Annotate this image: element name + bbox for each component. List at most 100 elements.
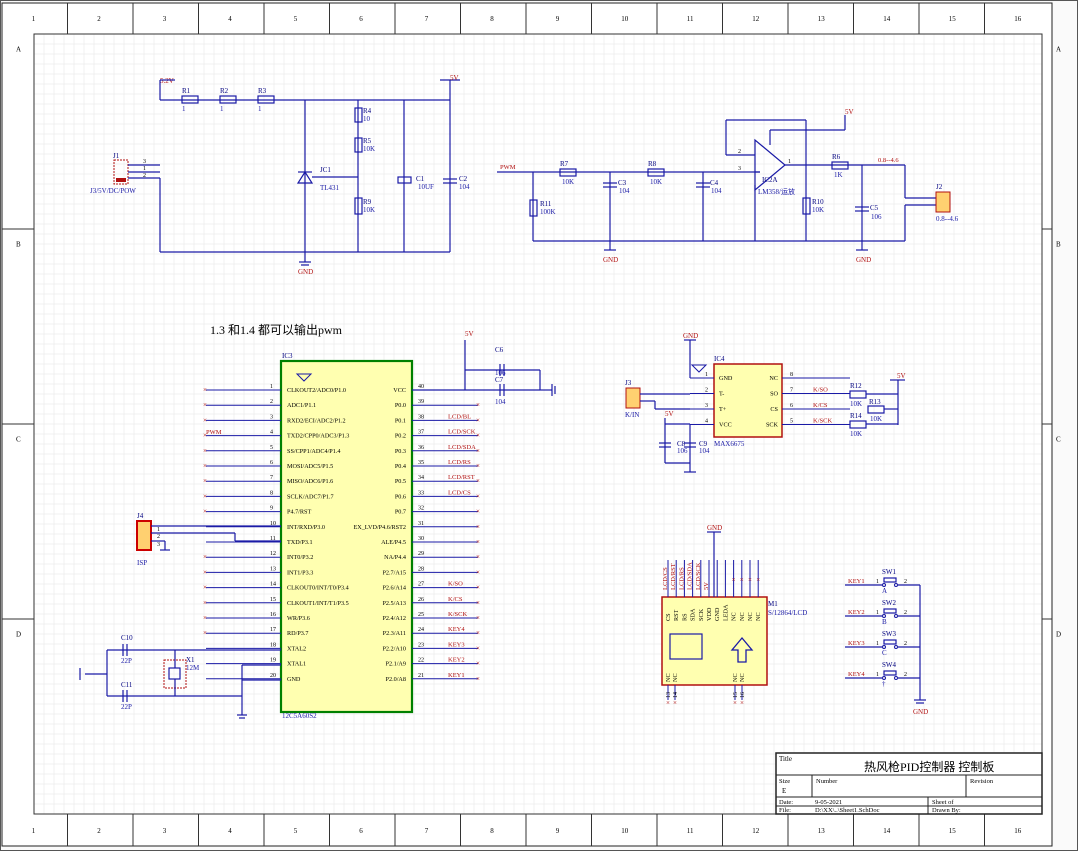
- max6675-pin-number: 2: [705, 388, 708, 394]
- no-connect-marker: ×: [476, 553, 480, 561]
- column-marker-top: 2: [97, 15, 101, 23]
- mcu-pin-name: MISO/ADC6/P1.6: [287, 478, 333, 485]
- c8-value: 106: [677, 447, 688, 455]
- no-connect-marker: ×: [203, 629, 207, 637]
- schematic-canvas: 1122334455667788991010111112121313141415…: [0, 0, 1078, 851]
- r12-ref: R12: [850, 382, 862, 390]
- mcu-pin-name: P0.7: [395, 509, 406, 516]
- number-label: Number: [816, 778, 838, 785]
- mcu-pin-number: 8: [270, 490, 273, 496]
- column-marker-bottom: 8: [490, 827, 494, 835]
- no-connect-marker: ×: [476, 401, 480, 409]
- mcu-pin-number: 20: [270, 673, 276, 679]
- column-marker-top: 14: [883, 15, 891, 23]
- column-marker-bottom: 9: [556, 827, 560, 835]
- column-marker-top: 1: [32, 15, 36, 23]
- mcu-pin-name: P2.6/A14: [382, 585, 406, 592]
- mcu-pin-number: 28: [418, 566, 424, 572]
- pwm-annotation: 1.3 和1.4 都可以输出pwm: [210, 322, 343, 337]
- power-5v-label-d: 5V: [665, 410, 674, 418]
- no-connect-marker: ×: [666, 699, 670, 707]
- svg-text:3: 3: [143, 159, 146, 165]
- c10-value: 22P: [121, 657, 132, 665]
- no-connect-marker: ×: [740, 576, 744, 584]
- j1-ref: J1: [113, 152, 120, 160]
- mcu-pin-number: 29: [418, 551, 424, 557]
- column-marker-top: 5: [294, 15, 298, 23]
- no-connect-marker: ×: [203, 508, 207, 516]
- mcu-pin-name: INT0/P3.2: [287, 554, 313, 561]
- mcu-pin-number: 7: [270, 475, 273, 481]
- lcd-net-label: LCD/SDA: [687, 562, 694, 590]
- no-connect-marker: ×: [756, 576, 760, 584]
- r1-ref: R1: [182, 87, 191, 95]
- switch-ref: SW2: [882, 599, 897, 607]
- no-connect-marker: ×: [203, 401, 207, 409]
- gnd-label-f: GND: [913, 708, 928, 716]
- lcd-pin-name: NC: [739, 673, 746, 682]
- r5-ref: R5: [363, 137, 372, 145]
- gnd-label-c: GND: [856, 256, 871, 264]
- lcd-pin-number: 15: [733, 692, 739, 698]
- no-connect-marker: ×: [203, 584, 207, 592]
- max6675-pin-name: NC: [769, 375, 778, 382]
- c7-ref: C7: [495, 376, 504, 384]
- r14-value: 10K: [850, 430, 862, 438]
- mcu-net-label: K/CS: [448, 596, 463, 603]
- mcu-pin-name: P0.3: [395, 448, 406, 455]
- row-marker-right: A: [1056, 46, 1061, 54]
- max6675-pin-name: GND: [719, 375, 733, 382]
- no-connect-marker: ×: [203, 386, 207, 394]
- column-marker-top: 3: [163, 15, 167, 23]
- ic3-ref: IC3: [282, 352, 293, 360]
- no-connect-marker: ×: [748, 576, 752, 584]
- max6675-pin-name: CS: [770, 406, 778, 413]
- schematic-sheet: 1 1 2 2 3 3 4 4 5 5 6 6 7 7 8 8 9 9 10 10 11 11 12 12 13 13 14 14 15…: [0, 0, 1078, 851]
- row-marker-right: B: [1056, 241, 1061, 249]
- mcu-pin-number: 14: [270, 582, 276, 588]
- lcd-pin-name: VDD: [706, 607, 713, 621]
- mcu-pin-name: P2.0/A8: [386, 676, 406, 683]
- lcd-pin-number: 14: [673, 692, 679, 698]
- r6-ref: R6: [832, 153, 841, 161]
- mcu-pin-number: 26: [418, 597, 424, 603]
- max6675-pin-name: VCC: [719, 422, 732, 429]
- mcu-pin-number: 38: [418, 414, 424, 420]
- svg-text:1: 1: [876, 579, 879, 585]
- column-marker-top: 12: [752, 15, 760, 23]
- lcd-pin-number: 13: [666, 692, 672, 698]
- no-connect-marker: ×: [476, 508, 480, 516]
- mcu-pin-number: 4: [270, 430, 273, 436]
- mcu-pin-number: 37: [418, 430, 424, 436]
- max6675-net-label: K/SO: [813, 387, 828, 394]
- lcd-pin-name: RS: [681, 613, 688, 621]
- mcu-pin-name: ALE/P4.5: [381, 539, 406, 546]
- max6675-pin-name: SO: [770, 391, 778, 398]
- lcd-pin-number: 16: [740, 692, 746, 698]
- key-net-label: KEY4: [848, 671, 865, 678]
- drawn-by-label: Drawn By:: [932, 807, 961, 814]
- no-connect-marker: ×: [476, 660, 480, 668]
- lcd-pin-name: SCK: [698, 608, 705, 621]
- mcu-pin-number: 5: [270, 445, 273, 451]
- c4-value: 104: [711, 187, 722, 195]
- column-marker-bottom: 1: [32, 827, 36, 835]
- mcu-net-label: LCD/CS: [448, 489, 471, 496]
- column-marker-top: 13: [818, 15, 826, 23]
- r8-ref: R8: [648, 160, 657, 168]
- no-connect-marker: ×: [476, 584, 480, 592]
- no-connect-marker: ×: [740, 699, 744, 707]
- mcu-pin-name: TXD2/CPP0/ADC3/P1.3: [287, 433, 349, 440]
- mcu-pin-name: P2.1/A9: [386, 661, 406, 668]
- r10-ref: R10: [812, 198, 824, 206]
- title-label: Title: [779, 755, 792, 763]
- svg-text:1: 1: [876, 610, 879, 616]
- row-marker-left: A: [16, 46, 21, 54]
- lcd-ref: M1: [768, 600, 778, 608]
- mcu-pin-number: 9: [270, 506, 273, 512]
- column-marker-top: 10: [621, 15, 629, 23]
- range-net-label: 0.8--4.6: [878, 157, 899, 164]
- mcu-pwm-net: PWM: [206, 429, 222, 436]
- c2-ref: C2: [459, 175, 468, 183]
- switch-label: B: [882, 618, 887, 626]
